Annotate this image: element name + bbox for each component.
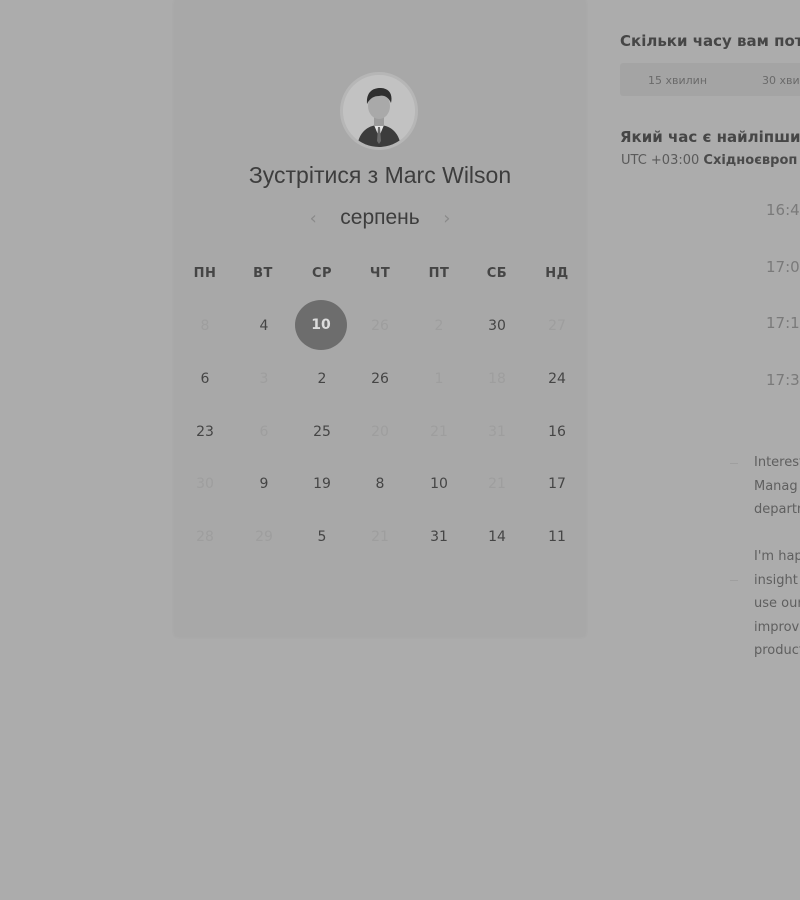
calendar-day[interactable]: 24: [531, 354, 583, 404]
calendar-day[interactable]: 6: [179, 354, 231, 404]
notes-line: departn: [754, 502, 800, 517]
calendar-day: 20: [371, 424, 389, 440]
month-navigation: ‹ серпень ›: [175, 206, 585, 230]
month-label: серпень: [340, 206, 420, 229]
calendar-day[interactable]: 9: [238, 459, 290, 509]
calendar-day[interactable]: 23: [179, 407, 231, 457]
calendar-day[interactable]: 5: [296, 512, 348, 562]
calendar-day[interactable]: 31: [413, 512, 465, 562]
calendar-day: 1: [434, 371, 444, 387]
duration-option-30[interactable]: 30 хви: [762, 74, 800, 87]
next-month-icon[interactable]: ›: [437, 208, 457, 229]
notes-line: I'm hap: [754, 549, 800, 564]
bullet-dash-icon: [730, 463, 738, 464]
timezone-offset: UTC +03:00: [621, 153, 700, 168]
calendar-day-selected[interactable]: 10: [295, 300, 347, 350]
notes-line: product: [754, 643, 800, 658]
weekday-sun: НД: [545, 266, 569, 281]
bullet-dash-icon: [730, 580, 738, 581]
time-slot[interactable]: 17:1: [740, 303, 800, 343]
time-slot[interactable]: 17:0: [740, 247, 800, 287]
booking-page: Зустрітися з Marc Wilson ‹ серпень › ПН …: [0, 0, 800, 900]
calendar-day: 30: [196, 476, 214, 492]
timezone-label[interactable]: UTC +03:00 Східноєвроп: [621, 153, 797, 168]
time-question: Який час є найліпшим: [620, 128, 800, 146]
calendar-day: 29: [255, 529, 273, 545]
calendar-day: 6: [259, 424, 269, 440]
calendar-day: 21: [430, 424, 448, 440]
calendar-day: 21: [371, 529, 389, 545]
notes-line: use our: [754, 596, 800, 611]
calendar-day[interactable]: 14: [471, 512, 523, 562]
notes-line: Interest: [754, 455, 800, 470]
calendar-day[interactable]: 19: [296, 459, 348, 509]
time-slot[interactable]: 16:4: [740, 190, 800, 230]
calendar-day: 18: [488, 371, 506, 387]
calendar-day: 3: [259, 371, 269, 387]
meeting-title: Зустрітися з Marc Wilson: [248, 162, 512, 188]
calendar-day: 21: [488, 476, 506, 492]
calendar-day[interactable]: 10: [413, 459, 465, 509]
calendar-day: 31: [488, 424, 506, 440]
time-slot[interactable]: 17:3: [740, 360, 800, 400]
calendar-day[interactable]: 17: [531, 459, 583, 509]
calendar-day: 8: [200, 318, 210, 334]
avatar: [340, 72, 418, 150]
calendar-day: 26: [371, 318, 389, 334]
notes-line: improve: [754, 619, 800, 635]
calendar-day[interactable]: 2: [296, 354, 348, 404]
calendar-day[interactable]: 4: [238, 301, 290, 351]
calendar-day[interactable]: 26: [354, 354, 406, 404]
timezone-name: Східноєвроп: [703, 153, 798, 168]
calendar-day[interactable]: 16: [531, 407, 583, 457]
notes-paragraph-2: I'm hap insight use our improve product: [730, 545, 800, 663]
calendar-day: 28: [196, 529, 214, 545]
duration-option-15[interactable]: 15 хвилин: [648, 74, 707, 87]
weekday-thu: ЧТ: [369, 266, 391, 281]
duration-question: Скільки часу вам потр: [620, 32, 800, 50]
calendar-day[interactable]: 11: [531, 512, 583, 562]
weekday-sat: СБ: [486, 266, 508, 281]
calendar-day: 2: [434, 318, 444, 334]
calendar-day: 27: [548, 318, 566, 334]
notes-paragraph-1: Interest Manag departn: [730, 451, 800, 522]
person-photo-icon: [343, 75, 415, 147]
calendar-day[interactable]: 25: [296, 407, 348, 457]
weekday-fri: ПТ: [428, 266, 450, 281]
prev-month-icon[interactable]: ‹: [303, 208, 323, 229]
calendar-day[interactable]: 8: [354, 459, 406, 509]
weekday-tue: ВТ: [253, 266, 273, 281]
weekday-mon: ПН: [193, 266, 217, 281]
notes-line: Manag: [754, 478, 798, 494]
calendar-day[interactable]: 30: [471, 301, 523, 351]
notes-line: insight: [754, 572, 798, 588]
weekday-wed: СР: [311, 266, 333, 281]
